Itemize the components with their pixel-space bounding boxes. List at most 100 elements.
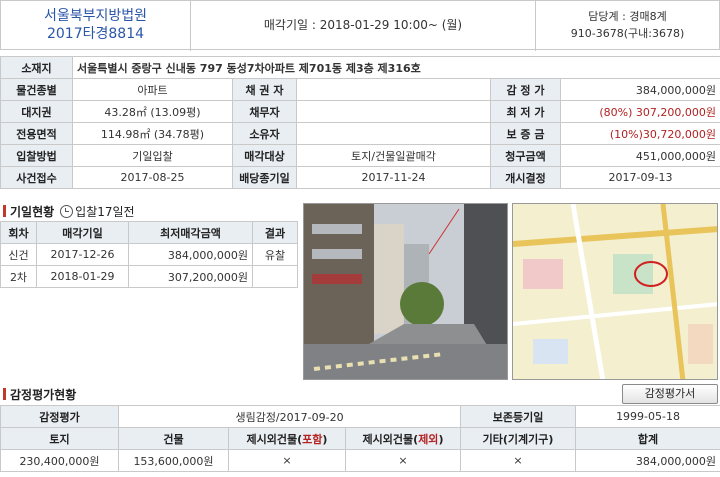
building-value: 153,600,000원 bbox=[118, 449, 229, 472]
auction-section-title: 기일현황 입찰17일전 bbox=[3, 203, 135, 220]
col-header: 제시외건물(제외) bbox=[344, 427, 462, 450]
col-header: 토지 bbox=[0, 427, 119, 450]
result-cell bbox=[252, 265, 298, 288]
col-header-text: 제시외건물 bbox=[362, 432, 414, 446]
table-row: 소재지 서울특별시 중랑구 신내동 797 동성7차아파트 제701동 제3층 … bbox=[0, 56, 720, 79]
table-row: 사건접수 2017-08-25 배당종기일 2017-11-24 개시결정 20… bbox=[0, 166, 720, 189]
table-row: 입찰방법 기일입찰 매각대상 토지/건물일괄매각 청구금액 451,000,00… bbox=[0, 144, 720, 167]
map-image bbox=[513, 204, 717, 379]
court-info: 서울북부지방법원 2017타경8814 bbox=[1, 1, 191, 51]
extra-included: × bbox=[228, 449, 346, 472]
sale-date-cell: 2017-12-26 bbox=[36, 243, 129, 266]
col-header: 합계 bbox=[575, 427, 720, 450]
row-value bbox=[296, 78, 491, 101]
row-value: 토지/건물일괄매각 bbox=[296, 144, 491, 167]
col-header: 기타(기계기구) bbox=[460, 427, 577, 450]
row-value: 43.28㎡ (13.09평) bbox=[72, 100, 233, 123]
round: 2차 bbox=[0, 265, 37, 288]
row-value: 2017-08-25 bbox=[72, 166, 233, 189]
appraisal-section-title: 감정평가현황 bbox=[3, 386, 76, 403]
section-marker bbox=[3, 205, 6, 217]
include-note: 포함 bbox=[302, 432, 323, 446]
row-label: 최 저 가 bbox=[490, 100, 561, 123]
row-label: 감 정 가 bbox=[490, 78, 561, 101]
registration-date: 1999-05-18 bbox=[575, 405, 720, 428]
table-row: 230,400,000원 153,600,000원 × × × 384,000,… bbox=[0, 449, 720, 472]
appraisal-price: 384,000,000원 bbox=[559, 78, 720, 101]
col-header: 결과 bbox=[252, 221, 298, 244]
table-row: 감정평가 생림감정/2017-09-20 보존등기일 1999-05-18 bbox=[0, 405, 720, 428]
row-label: 채무자 bbox=[232, 100, 297, 123]
table-row: 물건종별 아파트 채 권 자 감 정 가 384,000,000원 bbox=[0, 78, 720, 101]
staff-dept: 담당계 : 경매8계 bbox=[588, 10, 667, 23]
table-row: 전용면적 114.98㎡ (34.78평) 소유자 보 증 금 (10%)30,… bbox=[0, 122, 720, 145]
auction-title: 기일현황 bbox=[10, 205, 55, 219]
row-value bbox=[296, 100, 491, 123]
auction-table: 회차 매각기일 최저매각금액 결과 신건 2017-12-26 384,000,… bbox=[0, 221, 298, 288]
result-cell: 유찰 bbox=[252, 243, 298, 266]
min-price-cell: 384,000,000원 bbox=[128, 243, 253, 266]
section-marker bbox=[3, 388, 6, 400]
staff-info: 담당계 : 경매8계 910-3678(구내:3678) bbox=[536, 1, 719, 51]
appraisal-report-button[interactable]: 감정평가서 bbox=[622, 384, 718, 404]
row-label: 대지권 bbox=[0, 100, 73, 123]
table-row: 신건 2017-12-26 384,000,000원 유찰 bbox=[0, 243, 298, 266]
row-value: 114.98㎡ (34.78평) bbox=[72, 122, 233, 145]
land-value: 230,400,000원 bbox=[0, 449, 119, 472]
case-header: 서울북부지방법원 2017타경8814 매각기일 : 2018-01-29 10… bbox=[0, 0, 720, 51]
col-header: 건물 bbox=[118, 427, 229, 450]
minimum-price: (80%) 307,200,000원 bbox=[559, 100, 720, 123]
table-header-row: 토지 건물 제시외건물(포함) 제시외건물(제외) 기타(기계기구) 합계 bbox=[0, 427, 720, 450]
address-label: 소재지 bbox=[0, 56, 73, 79]
staff-phone: 910-3678(구내:3678) bbox=[570, 27, 685, 40]
row-label: 소유자 bbox=[232, 122, 297, 145]
machinery-value: × bbox=[460, 449, 577, 472]
property-photo[interactable] bbox=[303, 203, 508, 380]
appraisal-title: 감정평가현황 bbox=[10, 388, 77, 402]
sale-date-cell: 2018-01-29 bbox=[36, 265, 129, 288]
claim-amount: 451,000,000원 bbox=[559, 144, 720, 167]
row-value: 2017-09-13 bbox=[559, 166, 720, 189]
table-row: 2차 2018-01-29 307,200,000원 bbox=[0, 265, 298, 288]
table-header-row: 회차 매각기일 최저매각금액 결과 bbox=[0, 221, 298, 244]
address-value: 서울특별시 중랑구 신내동 797 동성7차아파트 제701동 제3층 제316… bbox=[71, 56, 720, 79]
col-header-text: 제시외건물 bbox=[246, 432, 298, 446]
row-label: 전용면적 bbox=[0, 122, 73, 145]
col-header: 제시외건물(포함) bbox=[228, 427, 346, 450]
row-label: 보 증 금 bbox=[490, 122, 561, 145]
row-label: 보존등기일 bbox=[460, 405, 577, 428]
col-header: 최저매각금액 bbox=[128, 221, 253, 244]
appraiser-date: 생림감정/2017-09-20 bbox=[117, 405, 462, 428]
row-label: 채 권 자 bbox=[232, 78, 297, 101]
total-value: 384,000,000원 bbox=[575, 449, 720, 472]
appraisal-table: 감정평가 생림감정/2017-09-20 보존등기일 1999-05-18 토지… bbox=[0, 405, 720, 472]
row-label: 배당종기일 bbox=[232, 166, 297, 189]
location-map[interactable] bbox=[512, 203, 718, 380]
row-label: 청구금액 bbox=[490, 144, 561, 167]
row-label: 매각대상 bbox=[232, 144, 297, 167]
round: 신건 bbox=[0, 243, 37, 266]
row-label: 개시결정 bbox=[490, 166, 561, 189]
table-row: 대지권 43.28㎡ (13.09평) 채무자 최 저 가 (80%) 307,… bbox=[0, 100, 720, 123]
clock-icon bbox=[60, 205, 74, 218]
row-label: 입찰방법 bbox=[0, 144, 73, 167]
extra-excluded: × bbox=[344, 449, 462, 472]
row-value: 2017-11-24 bbox=[296, 166, 491, 189]
row-value: 기일입찰 bbox=[72, 144, 233, 167]
exclude-note: 제외 bbox=[418, 432, 439, 446]
row-value: 아파트 bbox=[72, 78, 233, 101]
row-value bbox=[296, 122, 491, 145]
court-name: 서울북부지방법원 bbox=[43, 8, 148, 24]
row-label: 감정평가 bbox=[0, 405, 119, 428]
summary-table: 소재지 서울특별시 중랑구 신내동 797 동성7차아파트 제701동 제3층 … bbox=[0, 56, 720, 189]
row-label: 물건종별 bbox=[0, 78, 73, 101]
street-photo-image bbox=[304, 204, 507, 379]
case-number: 2017타경8814 bbox=[46, 26, 145, 42]
col-header: 회차 bbox=[0, 221, 37, 244]
col-header: 매각기일 bbox=[36, 221, 129, 244]
min-price-cell: 307,200,000원 bbox=[128, 265, 253, 288]
bid-countdown: 입찰17일전 bbox=[75, 205, 135, 219]
row-label: 사건접수 bbox=[0, 166, 73, 189]
deposit: (10%)30,720,000원 bbox=[559, 122, 720, 145]
sale-date: 매각기일 : 2018-01-29 10:00~ (월) bbox=[191, 1, 536, 51]
